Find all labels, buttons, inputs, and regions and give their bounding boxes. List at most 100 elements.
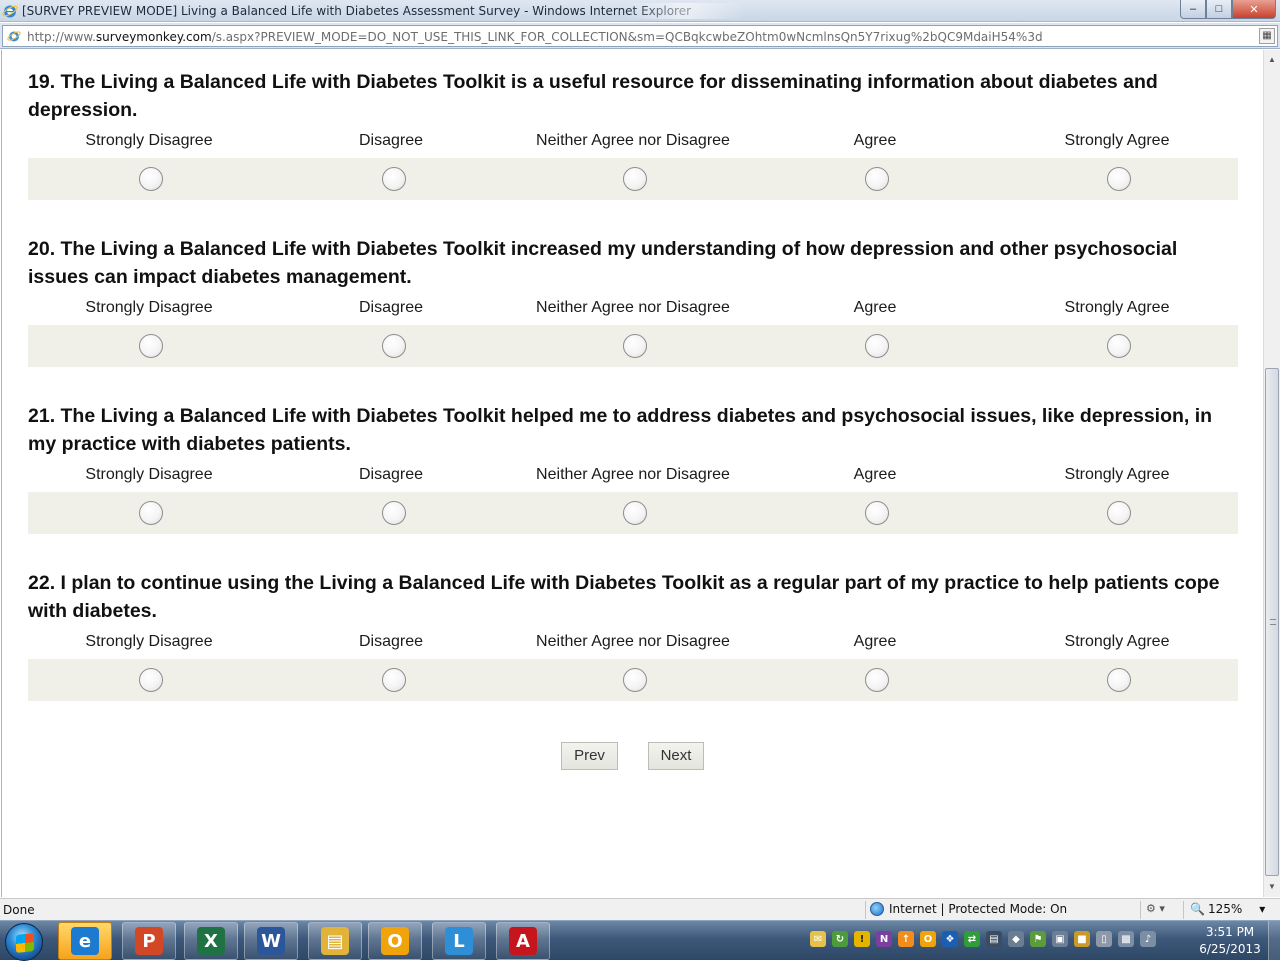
address-bar: http://www.surveymonkey.com/s.aspx?PREVI…	[0, 23, 1280, 49]
scale-label-strongly-agree: Strongly Agree	[1064, 299, 1170, 316]
radio-agree[interactable]	[865, 501, 889, 525]
clock-date: 6/25/2013	[1199, 942, 1261, 956]
radio-row	[28, 325, 1238, 367]
radio-agree[interactable]	[865, 668, 889, 692]
security-zone[interactable]: Internet | Protected Mode: On	[870, 902, 1067, 916]
display-tray-icon[interactable]: ▣	[1052, 931, 1068, 947]
onenote-tray-icon[interactable]: N	[876, 931, 892, 947]
status-text: Done	[3, 903, 35, 917]
radio-strongly-disagree[interactable]	[139, 501, 163, 525]
flag-tray-icon[interactable]: ⚑	[1030, 931, 1046, 947]
scrollbar-grip-icon	[1270, 619, 1276, 625]
office-tray-icon[interactable]: O	[920, 931, 936, 947]
zoom-dropdown-icon[interactable]: ▾	[1259, 902, 1265, 916]
bluetooth-tray-icon[interactable]: ❖	[942, 931, 958, 947]
radio-disagree[interactable]	[382, 334, 406, 358]
lock-tray-icon[interactable]: ■	[1074, 931, 1090, 947]
status-divider	[1140, 901, 1141, 919]
radio-strongly-disagree[interactable]	[139, 167, 163, 191]
file-explorer-icon: ▤	[321, 927, 349, 955]
url-host: surveymonkey.com	[95, 30, 212, 44]
page-tools-icon[interactable]: ⚙ ▾	[1146, 902, 1165, 915]
radio-neither[interactable]	[623, 334, 647, 358]
network-sync-tray-icon[interactable]: ⇄	[964, 931, 980, 947]
radio-neither[interactable]	[623, 501, 647, 525]
radio-neither[interactable]	[623, 668, 647, 692]
update-tray-icon[interactable]: ↑	[898, 931, 914, 947]
scale-label-strongly-agree: Strongly Agree	[1064, 132, 1170, 149]
taskbar-internet-explorer-button[interactable]: e	[58, 922, 112, 960]
windows-logo-icon	[16, 933, 34, 953]
scale-labels: Strongly Disagree Disagree Neither Agree…	[28, 130, 1238, 158]
internet-explorer-icon	[2, 5, 18, 18]
outlook-icon: O	[381, 927, 409, 955]
maximize-button[interactable]: □	[1206, 0, 1232, 19]
taskbar-excel-button[interactable]: X	[184, 922, 238, 960]
radio-agree[interactable]	[865, 334, 889, 358]
scale-label-neither: Neither Agree nor Disagree	[536, 132, 730, 149]
radio-row	[28, 492, 1238, 534]
close-button[interactable]: ✕	[1232, 0, 1276, 19]
radio-strongly-disagree[interactable]	[139, 334, 163, 358]
taskbar-lync-button[interactable]: L	[432, 922, 486, 960]
taskbar-word-button[interactable]: W	[244, 922, 298, 960]
network-tray-icon[interactable]: ▩	[1118, 931, 1134, 947]
scale-label-strongly-disagree: Strongly Disagree	[85, 633, 213, 650]
scale-labels: Strongly Disagree Disagree Neither Agree…	[28, 297, 1238, 325]
status-divider	[865, 901, 866, 919]
scale-label-strongly-disagree: Strongly Disagree	[85, 299, 213, 316]
taskbar-outlook-button[interactable]: O	[368, 922, 422, 960]
minimize-button[interactable]: ‒	[1180, 0, 1206, 19]
scale-label-agree: Agree	[853, 299, 897, 316]
excel-icon: X	[197, 927, 225, 955]
radio-strongly-disagree[interactable]	[139, 668, 163, 692]
warning-tray-icon[interactable]: !	[854, 931, 870, 947]
monitor-tray-icon[interactable]: ▤	[986, 931, 1002, 947]
prev-button[interactable]: Prev	[561, 742, 618, 770]
radio-disagree[interactable]	[382, 501, 406, 525]
radio-strongly-agree[interactable]	[1107, 334, 1131, 358]
acrobat-icon: A	[509, 927, 537, 955]
scale-label-agree: Agree	[853, 132, 897, 149]
question-title: 20. The Living a Balanced Life with Diab…	[28, 238, 1178, 288]
url-path: /s.aspx?PREVIEW_MODE=DO_NOT_USE_THIS_LIN…	[211, 30, 1043, 44]
next-button[interactable]: Next	[648, 742, 704, 770]
scale-label-disagree: Disagree	[358, 299, 424, 316]
scrollbar-thumb[interactable]	[1265, 368, 1279, 876]
scroll-down-arrow-icon[interactable]: ▼	[1264, 879, 1280, 895]
question-20: 20. The Living a Balanced Life with Diab…	[28, 235, 1238, 367]
radio-row	[28, 659, 1238, 701]
compatibility-view-icon[interactable]: ▦	[1259, 28, 1275, 44]
radio-strongly-agree[interactable]	[1107, 501, 1131, 525]
diamond-tray-icon[interactable]: ◆	[1008, 931, 1024, 947]
sync-tray-icon[interactable]: ↻	[832, 931, 848, 947]
zoom-control[interactable]: 🔍 125% ▾	[1190, 902, 1265, 916]
start-button[interactable]	[5, 923, 43, 961]
mail-tray-icon[interactable]: ✉	[810, 931, 826, 947]
system-tray: ✉ ↻ ! N ↑ O ❖ ⇄ ▤ ◆ ⚑ ▣ ■ ▯ ▩ ♪	[810, 931, 1156, 947]
scale-label-neither: Neither Agree nor Disagree	[536, 299, 730, 316]
taskbar-acrobat-button[interactable]: A	[496, 922, 550, 960]
volume-tray-icon[interactable]: ♪	[1140, 931, 1156, 947]
device-tray-icon[interactable]: ▯	[1096, 931, 1112, 947]
system-clock[interactable]: 3:51 PM 6/25/2013	[1198, 924, 1262, 958]
scale-label-disagree: Disagree	[358, 633, 424, 650]
url-input[interactable]: http://www.surveymonkey.com/s.aspx?PREVI…	[2, 25, 1278, 47]
survey-page: 19. The Living a Balanced Life with Diab…	[1, 50, 1262, 897]
radio-strongly-agree[interactable]	[1107, 167, 1131, 191]
radio-strongly-agree[interactable]	[1107, 668, 1131, 692]
radio-agree[interactable]	[865, 167, 889, 191]
taskbar-powerpoint-button[interactable]: P	[122, 922, 176, 960]
radio-disagree[interactable]	[382, 668, 406, 692]
radio-disagree[interactable]	[382, 167, 406, 191]
scroll-up-arrow-icon[interactable]: ▲	[1264, 52, 1280, 68]
taskbar-file-explorer-button[interactable]: ▤	[308, 922, 362, 960]
url-prefix: http://www.	[27, 30, 96, 44]
scale-label-neither: Neither Agree nor Disagree	[536, 466, 730, 483]
show-desktop-button[interactable]	[1268, 921, 1280, 961]
scale-label-strongly-agree: Strongly Agree	[1064, 633, 1170, 650]
internet-explorer-icon: e	[71, 927, 99, 955]
radio-neither[interactable]	[623, 167, 647, 191]
windows-taskbar: e P X W ▤ O L A ✉ ↻ ! N ↑ O ❖ ⇄ ▤ ◆ ⚑ ▣ ■ ▯ ▩ ♪…	[0, 920, 1280, 961]
vertical-scrollbar[interactable]: ▲ ▼	[1263, 50, 1280, 897]
